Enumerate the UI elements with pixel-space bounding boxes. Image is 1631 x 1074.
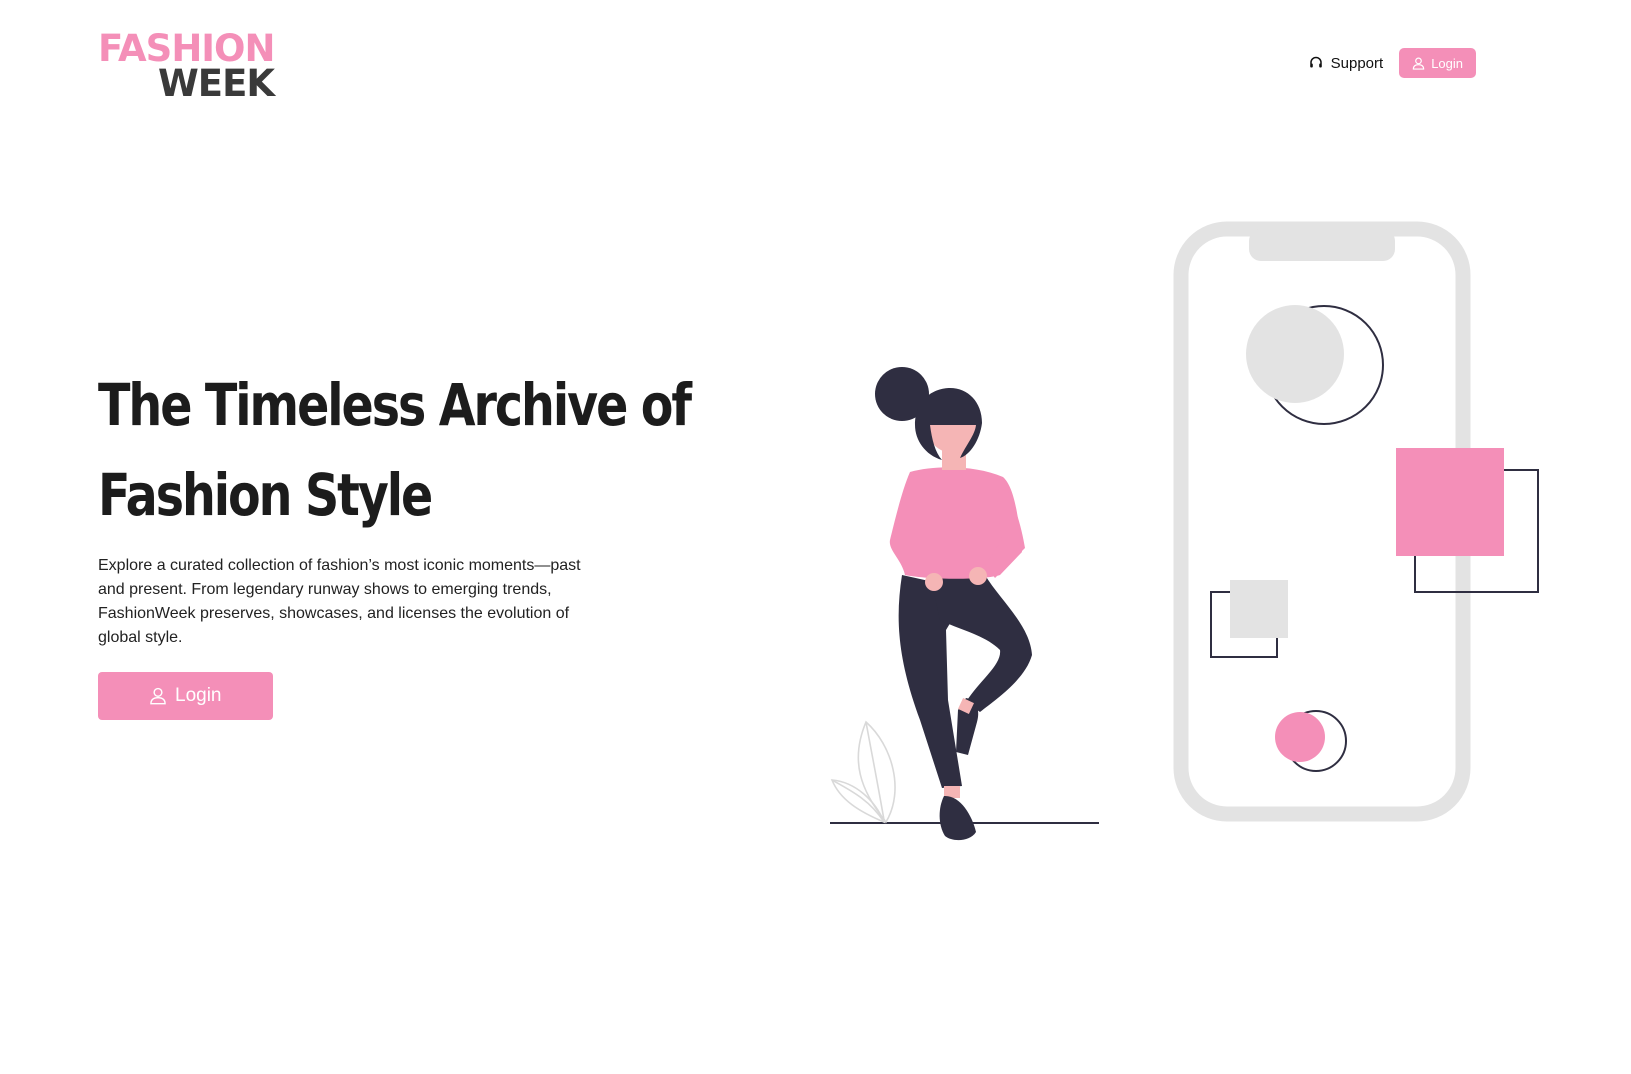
decor-circle-top [1246,305,1384,425]
hero-login-label: Login [175,685,222,706]
logo[interactable]: FASHION WEEK [98,30,288,102]
illustration-svg [830,221,1539,841]
top-nav: Support Login [1309,48,1476,78]
headset-icon [1309,56,1323,70]
support-link[interactable]: Support [1309,54,1384,72]
user-icon [149,687,167,705]
hero-section: The Timeless Archive of Fashion Style Ex… [98,360,738,720]
plant-illustration [830,720,896,824]
user-icon [1412,57,1425,70]
logo-line-week: WEEK [158,62,275,105]
header-login-label: Login [1431,55,1463,71]
hero-login-button[interactable]: Login [98,672,273,720]
decor-gray-square [1210,580,1288,658]
hero-illustration [825,215,1545,855]
support-label: Support [1330,54,1384,72]
hero-description: Explore a curated collection of fashion’… [98,557,581,646]
header-login-button[interactable]: Login [1399,48,1476,78]
decor-pink-circle [1275,710,1347,772]
hero-title: The Timeless Archive of Fashion Style [98,371,692,529]
woman-illustration [875,367,1032,841]
